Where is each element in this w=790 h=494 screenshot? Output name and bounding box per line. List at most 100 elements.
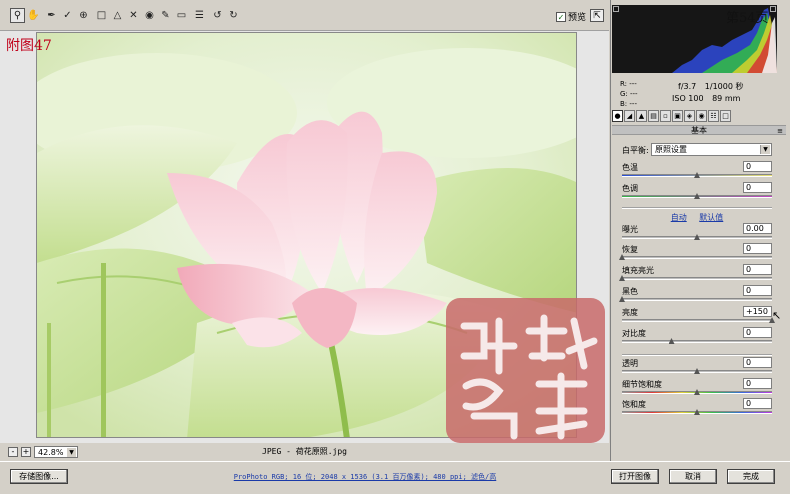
rotate-ccw-icon[interactable]: ↺ xyxy=(210,8,225,23)
slider-value-temp[interactable]: 0 xyxy=(743,161,772,172)
slider-value-blacks[interactable]: 0 xyxy=(743,285,772,296)
workflow-options-link[interactable]: ProPhoto RGB; 16 位; 2048 x 1536 (3.1 百万像… xyxy=(215,472,515,482)
done-button[interactable]: 完成 xyxy=(727,469,775,484)
exif-info: f/3.7 1/1000 秒 ISO 100 89 mm xyxy=(672,81,749,105)
cancel-button[interactable]: 取消 xyxy=(669,469,717,484)
chevron-down-icon: ▼ xyxy=(760,145,770,154)
slider-value-saturation[interactable]: 0 xyxy=(743,398,772,409)
slider-temp[interactable] xyxy=(622,172,772,178)
slider-contrast[interactable] xyxy=(622,338,772,344)
readout-b: B: --- xyxy=(620,100,637,108)
divider xyxy=(622,354,772,356)
effects-tab-icon[interactable]: ◈ xyxy=(684,110,695,122)
iso: ISO 100 xyxy=(672,94,704,103)
slider-vibrance[interactable] xyxy=(622,389,772,395)
lens-tab-icon[interactable]: ▣ xyxy=(672,110,683,122)
rotate-cw-icon[interactable]: ↻ xyxy=(226,8,241,23)
snapshots-tab-icon[interactable]: □ xyxy=(720,110,731,122)
slider-label-tint: 色调 xyxy=(622,184,638,193)
zoom-icon[interactable]: ⚲ xyxy=(10,8,25,23)
highlight-clip-icon[interactable] xyxy=(770,6,776,12)
slider-tint[interactable] xyxy=(622,193,772,199)
shutter: 1/1000 秒 xyxy=(704,82,744,91)
slider-value-recovery[interactable]: 0 xyxy=(743,243,772,254)
slider-clarity[interactable] xyxy=(622,368,772,374)
split-toning-tab-icon[interactable]: ▫ xyxy=(660,110,671,122)
open-image-button[interactable]: 打开图像 xyxy=(611,469,659,484)
detail-tab-icon[interactable]: ▲ xyxy=(636,110,647,122)
slider-track[interactable] xyxy=(622,256,772,259)
slider-value-tint[interactable]: 0 xyxy=(743,182,772,193)
slider-track[interactable] xyxy=(622,298,772,301)
slider-label-clarity: 透明 xyxy=(622,359,638,368)
white-balance-label: 白平衡: xyxy=(622,146,649,155)
slider-exposure[interactable] xyxy=(622,234,772,240)
readout-g: G: --- xyxy=(620,90,638,98)
slider-label-vibrance: 细节饱和度 xyxy=(622,380,662,389)
rgb-readout: R: --- G: --- B: --- xyxy=(620,79,638,109)
preview-checkbox[interactable]: ✓ xyxy=(556,11,566,22)
slider-label-blacks: 黑色 xyxy=(622,287,638,296)
fullscreen-icon[interactable]: ⇱ xyxy=(590,9,604,22)
slider-value-vibrance[interactable]: 0 xyxy=(743,378,772,389)
preview-label: 预览 xyxy=(568,13,587,23)
slider-track[interactable] xyxy=(622,340,772,343)
divider xyxy=(622,207,772,209)
seal-stamp xyxy=(446,298,605,443)
shadow-clip-icon[interactable] xyxy=(613,6,619,12)
toolbar: ⚲ ✋ ✒ ✓ ⊕ □ △ ✕ ◉ ✎ ▭ ☰ ↺ ↻ ✓ 预览 ⇱ xyxy=(0,0,609,31)
graduated-filter-icon[interactable]: ▭ xyxy=(174,8,189,23)
save-image-button[interactable]: 存储图像... xyxy=(10,469,68,484)
slider-brightness[interactable] xyxy=(622,317,775,323)
slider-value-clarity[interactable]: 0 xyxy=(743,357,772,368)
auto-default-links: 自动 默认值 xyxy=(622,212,772,223)
page-label: 第54页 xyxy=(726,11,769,26)
section-header: 基本 ≡ xyxy=(612,125,786,135)
slider-blacks[interactable] xyxy=(619,296,772,302)
presets-tab-icon[interactable]: ☷ xyxy=(708,110,719,122)
slider-label-fill: 填充亮光 xyxy=(622,266,654,275)
camera-calibration-tab-icon[interactable]: ◉ xyxy=(696,110,707,122)
hand-icon[interactable]: ✋ xyxy=(26,8,41,23)
basic-tab-icon[interactable]: ● xyxy=(612,110,623,122)
menu-icon[interactable]: ≡ xyxy=(777,126,783,136)
slider-fill[interactable] xyxy=(619,275,772,281)
white-balance-icon[interactable]: ✒ xyxy=(44,8,59,23)
red-eye-icon[interactable]: ◉ xyxy=(142,8,157,23)
slider-label-exposure: 曝光 xyxy=(622,225,638,234)
slider-label-brightness: 亮度 xyxy=(622,308,638,317)
panel-tabs: ● ◢ ▲ ▤ ▫ ▣ ◈ ◉ ☷ □ xyxy=(612,110,786,124)
white-balance-value: 原照设置 xyxy=(655,145,687,154)
slider-value-exposure[interactable]: 0.00 xyxy=(743,223,772,234)
crop-icon[interactable]: □ xyxy=(94,8,109,23)
preview-toggle[interactable]: ✓ 预览 xyxy=(556,10,586,23)
hsl-tab-icon[interactable]: ▤ xyxy=(648,110,659,122)
slider-value-fill[interactable]: 0 xyxy=(743,264,772,275)
slider-value-contrast[interactable]: 0 xyxy=(743,327,772,338)
readout-r: R: --- xyxy=(620,80,637,88)
default-link[interactable]: 默认值 xyxy=(699,213,723,222)
figure-label: 附图47 xyxy=(6,38,52,54)
section-title: 基本 xyxy=(691,126,707,135)
target-adjust-icon[interactable]: ⊕ xyxy=(76,8,91,23)
white-balance-select[interactable]: 原照设置 ▼ xyxy=(651,143,772,156)
slider-value-brightness[interactable]: +150 xyxy=(743,306,772,317)
slider-saturation[interactable] xyxy=(622,409,772,415)
slider-label-contrast: 对比度 xyxy=(622,329,646,338)
aperture: f/3.7 xyxy=(678,82,697,91)
spot-removal-icon[interactable]: ✕ xyxy=(126,8,141,23)
preferences-icon[interactable]: ☰ xyxy=(192,8,207,23)
adjustment-brush-icon[interactable]: ✎ xyxy=(158,8,173,23)
color-sampler-icon[interactable]: ✓ xyxy=(60,8,75,23)
tone-curve-tab-icon[interactable]: ◢ xyxy=(624,110,635,122)
focal-length: 89 mm xyxy=(712,94,741,103)
slider-recovery[interactable] xyxy=(619,254,772,260)
file-name: JPEG - 荷花原照.jpg xyxy=(262,447,347,456)
slider-track[interactable] xyxy=(622,319,772,322)
slider-label-saturation: 饱和度 xyxy=(622,400,646,409)
slider-label-recovery: 恢复 xyxy=(622,245,638,254)
cursor-arrow-icon: ↖ xyxy=(772,309,782,322)
straighten-icon[interactable]: △ xyxy=(110,8,125,23)
auto-link[interactable]: 自动 xyxy=(671,213,687,222)
slider-track[interactable] xyxy=(622,277,772,280)
